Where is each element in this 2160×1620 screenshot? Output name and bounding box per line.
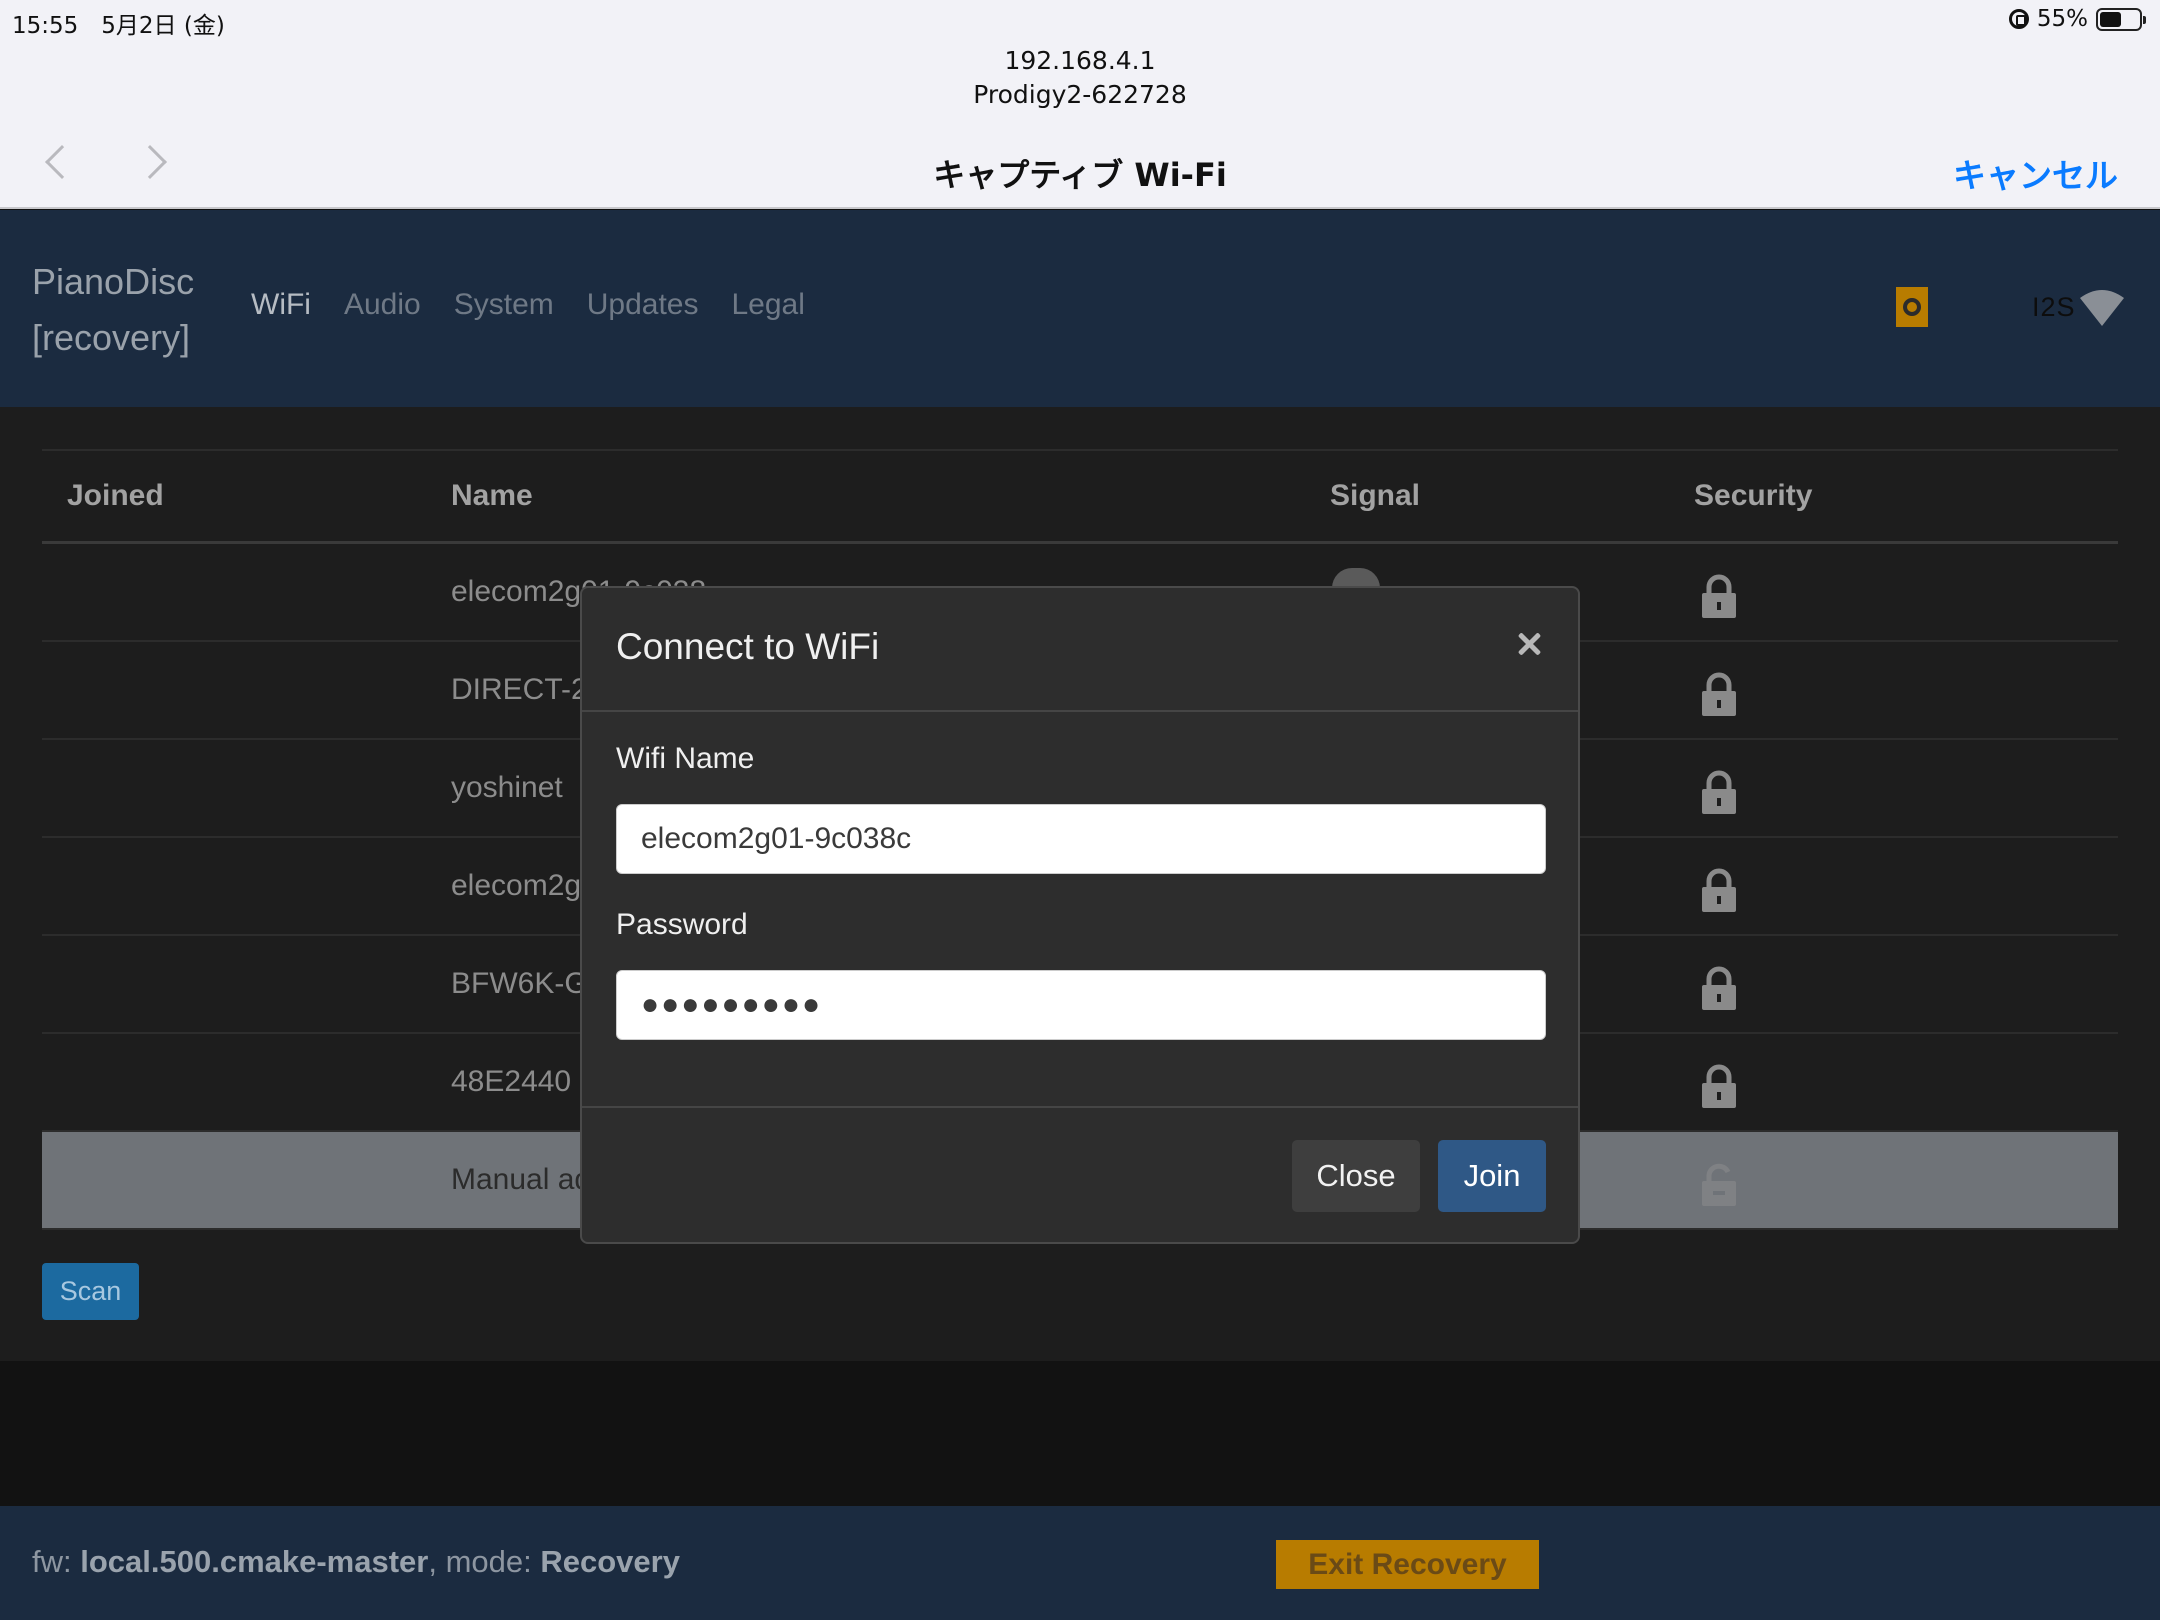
wifi-icon [2080,290,2124,326]
fw-version: local.500.cmake-master [80,1544,429,1579]
header-joined: Joined [67,479,164,512]
nav-links: WiFi Audio System Updates Legal [251,288,805,322]
firmware-info: fw: local.500.cmake-master, mode: Recove… [32,1544,680,1580]
network-name: DIRECT-2 [451,673,588,706]
password-input[interactable] [616,970,1546,1040]
lock-icon [1702,574,1736,618]
captive-ssid: Prodigy2-622728 [973,80,1187,109]
header-signal: Signal [1330,479,1421,512]
status-time: 15:55 5月2日 (金) [12,13,225,39]
lock-icon [1702,672,1736,716]
password-label: Password [616,908,748,941]
join-button[interactable]: Join [1438,1140,1546,1212]
mode-value: Recovery [540,1544,680,1579]
captive-title: キャプティブ Wi-Fi [933,156,1227,194]
app-navbar: PianoDisc [recovery] WiFi Audio System U… [0,210,2160,407]
network-name: yoshinet [451,771,563,804]
output-label: I2S [2032,292,2076,322]
lock-icon [1702,966,1736,1010]
wifi-name-label: Wifi Name [616,742,755,775]
modal-title: Connect to WiFi [616,626,880,667]
brand-name: PianoDisc [32,261,195,302]
nav-wifi[interactable]: WiFi [251,288,311,322]
q-badge-icon [1896,287,1928,327]
nav-system[interactable]: System [454,288,554,322]
header-name: Name [451,479,533,512]
brand[interactable]: PianoDisc [recovery] [32,254,194,366]
modal-footer: Close Join [582,1106,1578,1242]
fw-label: fw: [32,1544,81,1579]
footer: fw: local.500.cmake-master, mode: Recove… [0,1506,2160,1620]
nav-legal[interactable]: Legal [732,288,805,322]
scan-button[interactable]: Scan [42,1263,139,1320]
battery-level [2100,11,2121,27]
mode-label: , mode: [428,1544,541,1579]
network-name: elecom2g [451,869,582,902]
battery-percent: 55% [2036,6,2088,32]
captive-address: 192.168.4.1 [1004,46,1156,75]
close-icon[interactable] [1510,624,1550,664]
unlock-icon [1702,1163,1736,1206]
table-header: Joined Name Signal Security [42,449,2118,544]
rotation-lock-icon [2008,9,2029,29]
header-security: Security [1694,479,1813,512]
status-right: 55% [2008,6,2146,32]
nav-audio[interactable]: Audio [344,288,421,322]
wifi-name-input[interactable] [616,804,1546,874]
captive-portal-header: 15:55 5月2日 (金) 55% 192.168.4.1 Prodigy2-… [0,0,2160,209]
nav-updates[interactable]: Updates [587,288,699,322]
cancel-button[interactable]: キャンセル [1953,149,2118,197]
battery-icon [2096,7,2146,31]
brand-mode: [recovery] [32,317,191,358]
connect-wifi-modal: Connect to WiFi Wifi Name Password Close… [580,586,1580,1244]
network-name: BFW6K-G [451,967,588,1000]
lock-icon [1702,868,1736,912]
network-name: 48E2440 [451,1065,572,1098]
lock-icon [1702,1064,1736,1108]
network-name: Manual ad [451,1163,592,1196]
modal-close-button[interactable]: Close [1292,1140,1420,1212]
modal-header: Connect to WiFi [582,588,1578,712]
signal-strength-icon [1332,568,1380,588]
lock-icon [1702,770,1736,814]
exit-recovery-button[interactable]: Exit Recovery [1276,1540,1539,1589]
